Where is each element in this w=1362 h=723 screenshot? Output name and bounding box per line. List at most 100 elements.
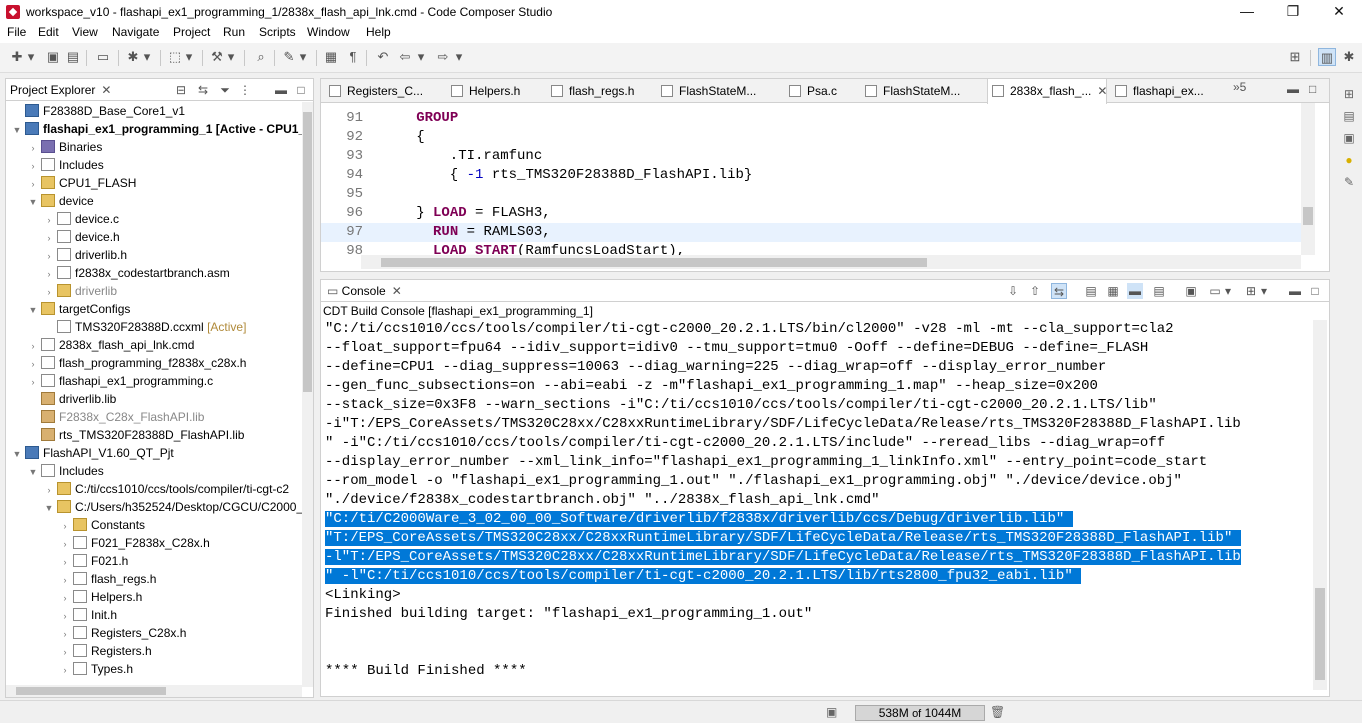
expand-toggle-icon[interactable]: ▼ [28,193,38,211]
tab-console[interactable]: ▭ Console ✕ [327,284,402,298]
tree-horizontal-scrollbar[interactable] [6,685,302,697]
build-icon[interactable]: ⚒ [208,48,226,66]
editor-overflow[interactable]: »5 [1233,80,1246,94]
problems-icon[interactable]: ▣ [1341,130,1357,146]
new-icon[interactable]: ✚ [8,48,26,66]
menu-scripts[interactable]: Scripts [259,25,296,39]
editor-tab[interactable]: flash_regs.h [547,79,653,103]
tree-scroll-thumb[interactable] [303,112,312,392]
scroll-next-icon[interactable]: ⇩ [1005,283,1021,299]
flash-icon[interactable]: ⬚ [166,48,184,66]
expand-toggle-icon[interactable]: › [28,175,38,193]
close-icon[interactable]: ✕ [392,284,402,298]
collapse-all-icon[interactable]: ⊟ [174,83,188,97]
tree-item[interactable]: › Registers_C28x.h [6,624,302,642]
console-vertical-scrollbar[interactable] [1313,320,1327,690]
code-line[interactable]: 97 RUN = RAMLS03, [321,223,1301,242]
expand-toggle-icon[interactable]: › [60,535,70,553]
code-line[interactable]: 96 } LOAD = FLASH3, [321,204,1301,223]
tree-item[interactable]: F2838x_C28x_FlashAPI.lib [6,408,302,426]
editor-hscroll-thumb[interactable] [381,258,927,267]
tree-item[interactable]: › F021.h [6,552,302,570]
new-console-dropdown-icon[interactable]: ▾ [1259,283,1269,299]
editor-tab[interactable]: Psa.c [785,79,857,103]
filter-icon[interactable]: ⏷ [218,83,232,98]
ccs-edit-perspective-icon[interactable]: ▥ [1318,48,1336,66]
tree-item[interactable]: › 2838x_flash_api_lnk.cmd [6,336,302,354]
new-dropdown-icon[interactable]: ▾ [26,48,36,66]
scroll-prev-icon[interactable]: ⇧ [1027,283,1043,299]
expand-toggle-icon[interactable]: › [28,157,38,175]
expand-toggle-icon[interactable]: › [28,139,38,157]
code-area[interactable]: 91 GROUP 92 {93 .TI.ramfunc 94 { -1 rts_TM… [321,103,1301,255]
back-dropdown-icon[interactable]: ▾ [416,48,426,66]
code-line[interactable]: 92 { [321,128,1301,147]
tree-item[interactable]: › Init.h [6,606,302,624]
console-output[interactable]: "C:/ti/ccs1010/ccs/tools/compiler/ti-cgt… [325,320,1309,690]
tree-item[interactable]: rts_TMS320F28388D_FlashAPI.lib [6,426,302,444]
expand-toggle-icon[interactable]: › [44,265,54,283]
display-dropdown-icon[interactable]: ▾ [1223,283,1233,299]
tree-item[interactable]: › flash_programming_f2838x_c28x.h [6,354,302,372]
expand-toggle-icon[interactable]: › [60,571,70,589]
code-line[interactable]: 93 .TI.ramfunc [321,147,1301,166]
save-all-icon[interactable]: ▤ [64,48,82,66]
editor-tab[interactable]: Registers_C... [325,79,443,103]
tree-item[interactable]: › flashapi_ex1_programming.c [6,372,302,390]
tree-item[interactable]: › Registers.h [6,642,302,660]
view-menu-icon[interactable]: ⋮ [238,83,252,97]
tree-item[interactable]: ▼ FlashAPI_V1.60_QT_Pjt [6,444,302,462]
link-with-editor-icon[interactable]: ⇆ [196,83,210,97]
tree-item[interactable]: ▼ device [6,192,302,210]
menu-project[interactable]: Project [173,25,210,39]
clear-console-icon[interactable]: ▤ [1083,283,1099,299]
minimize-console-icon[interactable]: ▬ [1287,283,1303,299]
code-line[interactable]: 91 GROUP [321,109,1301,128]
menu-help[interactable]: Help [366,25,391,39]
display-console-icon[interactable]: ▭ [1207,283,1223,299]
tab-project-explorer[interactable]: Project Explorer ✕ [10,83,111,97]
terminal-icon[interactable]: ▭ [94,48,112,66]
minimize-view-icon[interactable]: ▬ [274,83,288,97]
editor-tab[interactable]: FlashStateM... [861,79,983,103]
expand-toggle-icon[interactable]: ▼ [28,463,38,481]
tree-item[interactable]: › device.c [6,210,302,228]
menu-window[interactable]: Window [307,25,350,39]
restore-icon[interactable]: ⊞ [1341,86,1357,102]
expand-toggle-icon[interactable]: › [44,481,54,499]
minimize-button[interactable]: — [1224,0,1270,24]
tree-item[interactable]: › device.h [6,228,302,246]
maximize-editor-icon[interactable]: □ [1309,82,1316,96]
maximize-view-icon[interactable]: □ [294,83,308,97]
editor-tab[interactable]: flashapi_ex... [1111,79,1231,103]
tree-item[interactable]: › Constants [6,516,302,534]
expand-toggle-icon[interactable]: › [44,229,54,247]
expand-toggle-icon[interactable]: ▼ [12,121,22,139]
tree-item[interactable]: › Binaries [6,138,302,156]
editor-tab[interactable]: 2838x_flash_... ✕ [987,79,1107,104]
tree-item[interactable]: driverlib.lib [6,390,302,408]
expand-toggle-icon[interactable]: ▼ [12,445,22,463]
expand-toggle-icon[interactable]: ▼ [28,301,38,319]
editor-tab[interactable]: FlashStateM... [657,79,781,103]
forward-icon[interactable]: ⇨ [434,48,452,66]
maximize-button[interactable]: ❐ [1270,0,1316,24]
open-console-icon[interactable]: ▣ [1183,283,1199,299]
menu-run[interactable]: Run [223,25,245,39]
expand-toggle-icon[interactable]: › [60,517,70,535]
link-icon[interactable]: ⇆ [1051,283,1067,299]
expand-toggle-icon[interactable]: › [60,643,70,661]
code-line[interactable]: 95 [321,185,1301,204]
tree-item[interactable]: › F021_F2838x_C28x.h [6,534,302,552]
pin-icon[interactable]: ✎ [280,48,298,66]
outline-icon[interactable]: ▤ [1341,108,1357,124]
forward-dropdown-icon[interactable]: ▾ [454,48,464,66]
menu-navigate[interactable]: Navigate [112,25,159,39]
toggle-mark-icon[interactable]: ▦ [322,48,340,66]
tree-item[interactable]: ▼ Includes [6,462,302,480]
console-scroll-thumb[interactable] [1315,588,1325,680]
tree-item[interactable]: TMS320F28388D.ccxml [Active] [6,318,302,336]
minimize-editor-icon[interactable]: ▬ [1287,82,1299,96]
editor-vertical-scrollbar[interactable] [1301,103,1315,255]
word-wrap-icon[interactable]: ▬ [1127,283,1143,299]
